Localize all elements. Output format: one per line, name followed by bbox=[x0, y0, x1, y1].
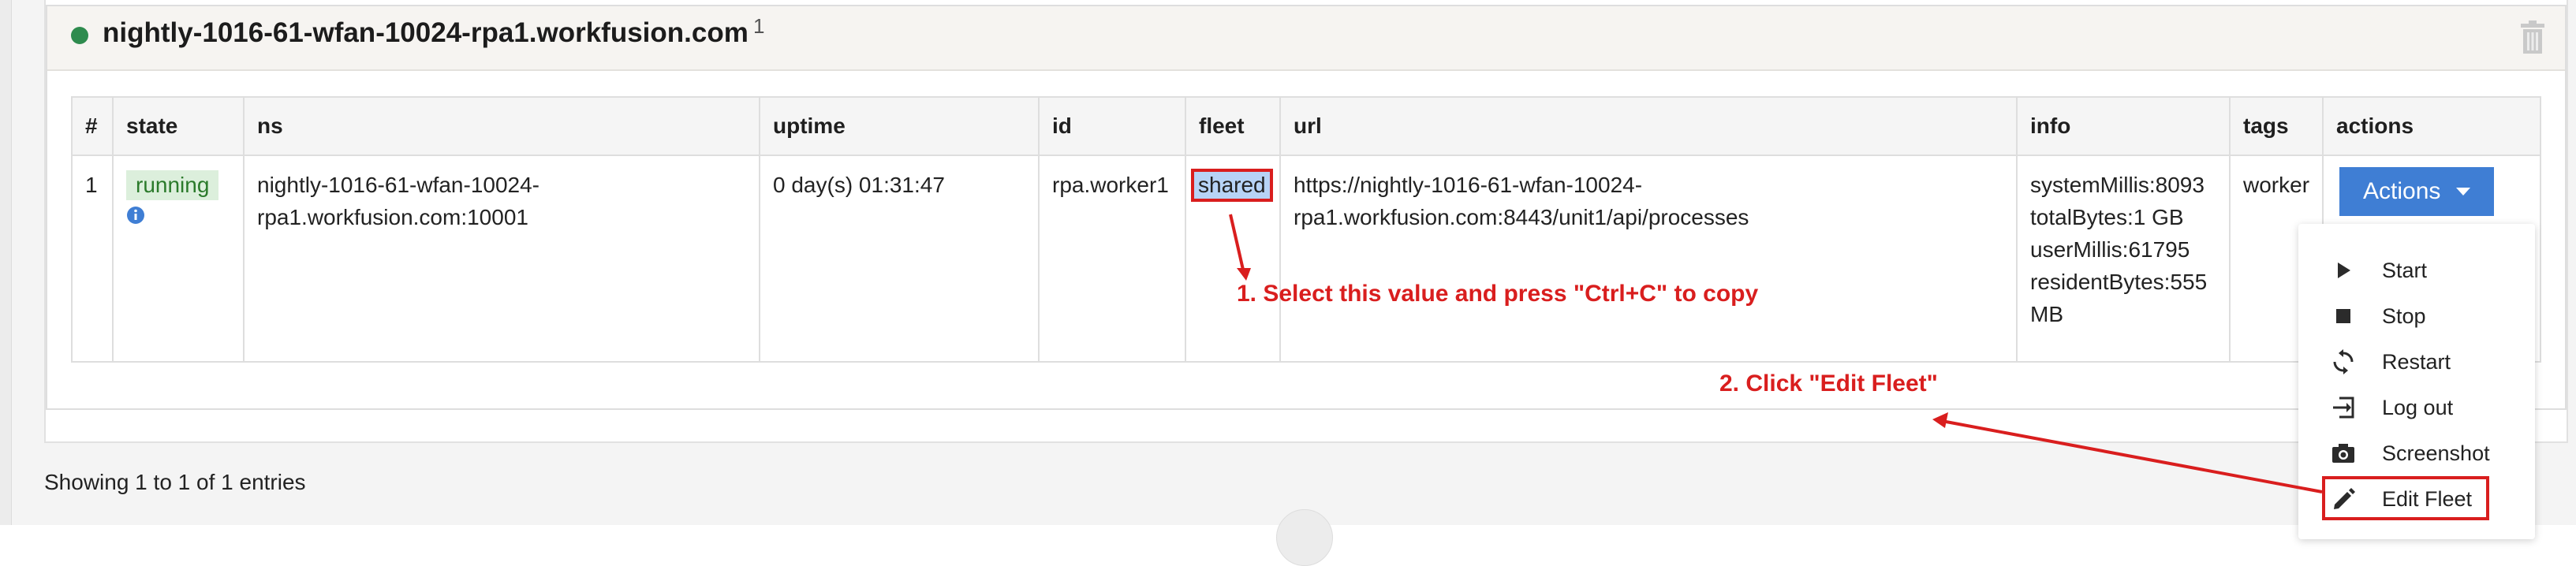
menu-item-restart[interactable]: Restart bbox=[2298, 339, 2535, 385]
edit-fleet-highlight bbox=[2322, 476, 2489, 520]
col-header-id[interactable]: id bbox=[1038, 96, 1186, 156]
cell-state: running bbox=[112, 155, 245, 363]
col-header-url[interactable]: url bbox=[1279, 96, 2018, 156]
menu-item-label: Stop bbox=[2382, 303, 2426, 328]
host-count: 1 bbox=[753, 14, 765, 38]
pagination-control[interactable] bbox=[1276, 509, 1333, 566]
cell-number: 1 bbox=[71, 155, 114, 363]
logout-icon bbox=[2333, 397, 2354, 419]
caret-down-icon bbox=[2456, 188, 2471, 195]
info-line: totalBytes:1 GB bbox=[2030, 205, 2184, 229]
cell-info: systemMillis:8093 totalBytes:1 GB userMi… bbox=[2016, 155, 2231, 363]
host-title: nightly-1016-61-wfan-10024-rpa1.workfusi… bbox=[103, 17, 749, 48]
cell-fleet: shared bbox=[1185, 155, 1281, 363]
col-header-state[interactable]: state bbox=[112, 96, 245, 156]
col-header-number[interactable]: # bbox=[71, 96, 114, 156]
state-badge: running bbox=[126, 170, 219, 200]
menu-item-screenshot[interactable]: Screenshot bbox=[2298, 430, 2535, 476]
info-line: systemMillis:8093 bbox=[2030, 173, 2205, 197]
cell-id: rpa.worker1 bbox=[1038, 155, 1186, 363]
camera-icon bbox=[2332, 444, 2354, 463]
col-header-ns[interactable]: ns bbox=[243, 96, 760, 156]
info-line: residentBytes:555 MB bbox=[2030, 270, 2208, 326]
cell-uptime: 0 day(s) 01:31:47 bbox=[759, 155, 1040, 363]
restart-icon bbox=[2333, 349, 2354, 374]
menu-item-log-out[interactable]: Log out bbox=[2298, 385, 2535, 430]
col-header-fleet[interactable]: fleet bbox=[1185, 96, 1281, 156]
menu-item-label: Restart bbox=[2382, 349, 2451, 374]
actions-button[interactable]: Actions bbox=[2339, 167, 2495, 216]
entries-info: Showing 1 to 1 of 1 entries bbox=[44, 470, 306, 494]
menu-item-stop[interactable]: Stop bbox=[2298, 293, 2535, 339]
cell-ns: nightly-1016-61-wfan-10024-rpa1.workfusi… bbox=[243, 155, 760, 363]
table-header-row: # state ns uptime id fleet url info tags… bbox=[71, 96, 2541, 156]
menu-item-label: Start bbox=[2382, 258, 2428, 282]
status-dot-icon bbox=[71, 27, 88, 44]
col-header-tags[interactable]: tags bbox=[2229, 96, 2324, 156]
menu-item-label: Screenshot bbox=[2382, 441, 2490, 465]
cell-url: https://nightly-1016-61-wfan-10024-rpa1.… bbox=[1279, 155, 2018, 363]
col-header-uptime[interactable]: uptime bbox=[759, 96, 1040, 156]
col-header-actions: actions bbox=[2322, 96, 2541, 156]
menu-item-start[interactable]: Start bbox=[2298, 248, 2535, 293]
col-header-info[interactable]: info bbox=[2016, 96, 2231, 156]
info-icon[interactable] bbox=[126, 206, 145, 225]
annotation-step1: 1. Select this value and press "Ctrl+C" … bbox=[1237, 281, 1759, 307]
left-scroll-strip bbox=[0, 0, 12, 525]
table-row: 1 running nightly-1016-61-wfan-10024-rpa… bbox=[71, 155, 2541, 363]
menu-item-label: Log out bbox=[2382, 395, 2454, 419]
actions-button-label: Actions bbox=[2363, 178, 2441, 204]
fleet-value[interactable]: shared bbox=[1191, 169, 1273, 202]
play-icon bbox=[2338, 263, 2350, 278]
workers-table: # state ns uptime id fleet url info tags… bbox=[71, 96, 2541, 363]
info-line: userMillis:61795 bbox=[2030, 237, 2190, 262]
stop-icon bbox=[2336, 309, 2350, 323]
annotation-step2: 2. Click "Edit Fleet" bbox=[1719, 371, 1938, 397]
trash-icon[interactable] bbox=[2519, 20, 2546, 55]
